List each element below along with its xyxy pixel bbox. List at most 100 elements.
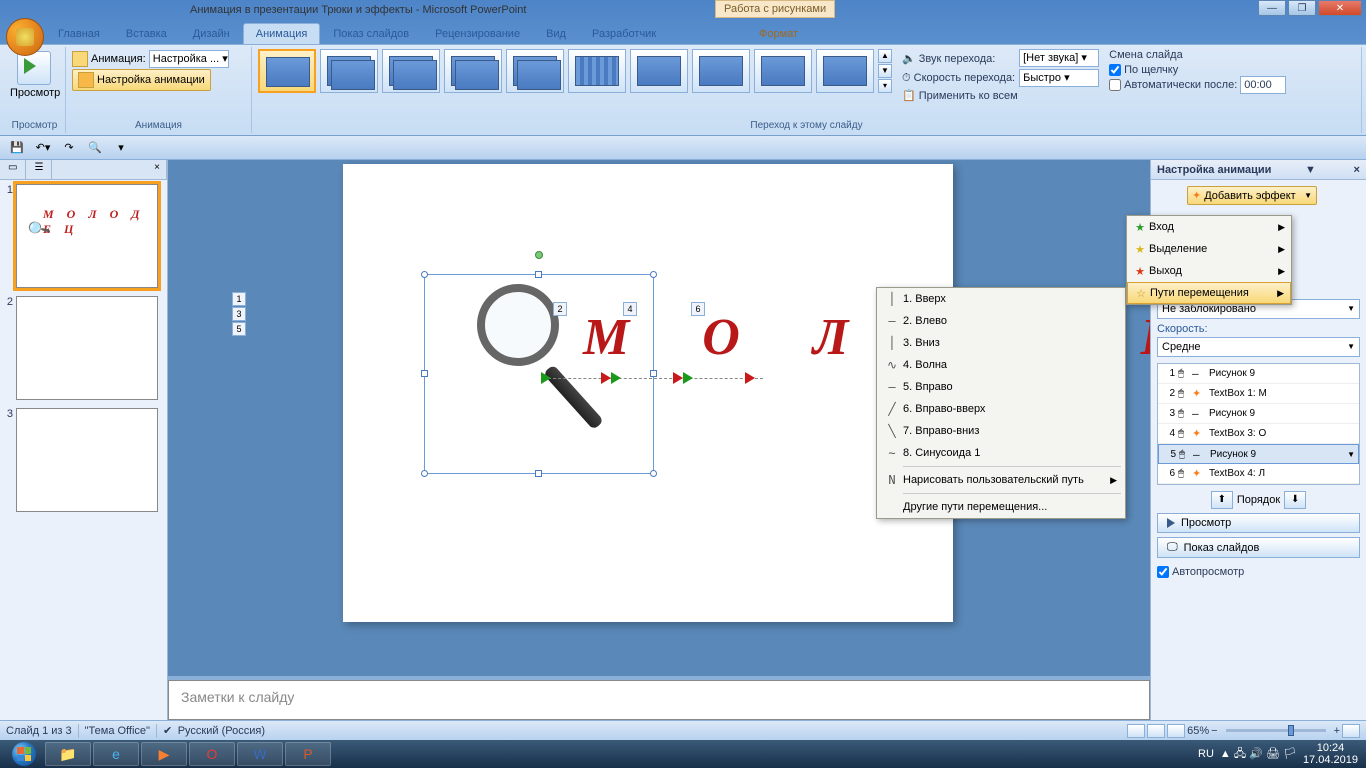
motion-path-item[interactable]: │3. Вниз [877,332,1125,354]
effect-list-item[interactable]: 2🖱✦TextBox 1: М [1158,384,1359,404]
play-button[interactable]: Просмотр [1157,513,1360,533]
slide-thumb-2[interactable] [16,296,158,400]
transition-item-3[interactable] [444,49,502,93]
save-button[interactable]: 💾 [6,138,28,158]
opera-taskbar-icon[interactable]: O [189,742,235,766]
word-taskbar-icon[interactable]: W [237,742,283,766]
lang-indicator[interactable]: RU [1198,748,1214,760]
taskpane-close[interactable]: × [1354,164,1360,176]
gallery-scroll[interactable]: ▲▼▾ [878,49,892,93]
move-down-button[interactable]: ⬇ [1284,491,1306,509]
explorer-taskbar-icon[interactable]: 📁 [45,742,91,766]
transition-item-6[interactable] [630,49,688,93]
apply-all-button[interactable]: 📋 Применить ко всем [902,89,1099,102]
resize-handle[interactable] [650,470,657,477]
tray-icons[interactable]: ▲ 🖧 🔊 🖨 🏳 [1220,745,1297,764]
move-up-button[interactable]: ⬆ [1211,491,1233,509]
transition-item-4[interactable] [506,49,564,93]
language[interactable]: Русский (Россия) [178,725,265,737]
taskpane-dropdown[interactable]: ▼ [1305,164,1316,176]
ie-taskbar-icon[interactable]: e [93,742,139,766]
motion-path-item[interactable]: ╱6. Вправо-вверх [877,398,1125,420]
effect-category-item[interactable]: ★Выход▶ [1127,260,1291,282]
effect-list-item[interactable]: 1🖱—Рисунок 9 [1158,364,1359,384]
tab-developer[interactable]: Разработчик [579,23,669,44]
tab-view[interactable]: Вид [533,23,579,44]
thumb-close[interactable]: × [148,160,167,179]
office-button[interactable] [6,18,44,56]
tab-review[interactable]: Рецензирование [422,23,533,44]
tab-slideshow[interactable]: Показ слайдов [320,23,422,44]
resize-handle[interactable] [421,370,428,377]
auto-after-check[interactable] [1109,79,1121,91]
autopreview-check[interactable] [1157,566,1169,578]
tab-animation[interactable]: Анимация [243,23,321,44]
custom-path-item[interactable]: NНарисовать пользовательский путь▶ [877,469,1125,491]
zoom-in[interactable]: + [1334,725,1340,737]
effect-list-item[interactable]: 5🖱—Рисунок 9▼ [1158,444,1359,464]
effect-category-item[interactable]: ★Вход▶ [1127,216,1291,238]
transition-item-9[interactable] [816,49,874,93]
sound-select[interactable]: [Нет звука] ▾ [1019,49,1099,67]
motion-path-item[interactable]: │1. Вверх [877,288,1125,310]
transition-item-7[interactable] [692,49,750,93]
custom-animation-button[interactable]: Настройка анимации [72,69,211,91]
tab-home[interactable]: Главная [45,23,113,44]
transition-item-1[interactable] [320,49,378,93]
motion-path-item[interactable]: —2. Влево [877,310,1125,332]
slideshow-button[interactable]: 🖵Показ слайдов [1157,537,1360,558]
motion-path[interactable] [543,378,763,379]
effect-category-item[interactable]: ☆Пути перемещения▶ [1127,282,1291,304]
zoom-value[interactable]: 65% [1187,725,1209,737]
resize-handle[interactable] [421,271,428,278]
resize-handle[interactable] [650,271,657,278]
normal-view-button[interactable] [1127,724,1145,738]
zoom-slider[interactable] [1226,729,1326,732]
print-preview-button[interactable]: 🔍 [84,138,106,158]
tab-insert[interactable]: Вставка [113,23,180,44]
motion-path-item[interactable]: ∼8. Синусоида 1 [877,442,1125,464]
slide-thumb-1[interactable]: М О Л О Д Е Ц 🔍 [16,184,158,288]
effect-list-item[interactable]: 4🖱✦TextBox 3: О [1158,424,1359,444]
motion-path-item[interactable]: ∿4. Волна [877,354,1125,376]
transition-none[interactable] [258,49,316,93]
on-click-check[interactable] [1109,64,1121,76]
slide-thumb-3[interactable] [16,408,158,512]
media-taskbar-icon[interactable]: ▶ [141,742,187,766]
preview-button[interactable]: Просмотр [10,49,58,99]
resize-handle[interactable] [421,470,428,477]
tab-format[interactable]: Формат [746,23,811,44]
speed-select[interactable]: Быстро ▾ [1019,69,1099,87]
transition-item-8[interactable] [754,49,812,93]
notes-input[interactable]: Заметки к слайду [168,680,1150,720]
speed-select[interactable]: Средне▼ [1157,337,1360,357]
thumb-tab-slides[interactable]: ▭ [0,160,26,179]
zoom-out[interactable]: − [1211,725,1217,737]
fit-button[interactable] [1342,724,1360,738]
maximize-button[interactable]: ❐ [1288,0,1316,16]
tab-design[interactable]: Дизайн [180,23,243,44]
clock[interactable]: 10:2417.04.2019 [1303,742,1358,766]
close-button[interactable]: ✕ [1318,0,1362,16]
add-effect-button[interactable]: ✦ Добавить эффект ▼ [1187,186,1317,205]
powerpoint-taskbar-icon[interactable]: P [285,742,331,766]
effect-list-item[interactable]: 6🖱✦TextBox 4: Л [1158,464,1359,484]
auto-time-input[interactable]: 00:00 [1240,76,1286,94]
start-button[interactable] [4,740,44,768]
motion-path-item[interactable]: ╲7. Вправо-вниз [877,420,1125,442]
resize-handle[interactable] [535,271,542,278]
spell-check-icon[interactable]: ✔ [163,724,172,737]
transition-item-5[interactable] [568,49,626,93]
motion-path-item[interactable]: —5. Вправо [877,376,1125,398]
redo-button[interactable]: ↷ [58,138,80,158]
minimize-button[interactable]: — [1258,0,1286,16]
effect-list-item[interactable]: 3🖱—Рисунок 9 [1158,404,1359,424]
animation-select[interactable]: Настройка ... ▾ [149,50,229,68]
transition-item-2[interactable] [382,49,440,93]
undo-button[interactable]: ↶▾ [32,138,54,158]
effect-category-item[interactable]: ★Выделение▶ [1127,238,1291,260]
sorter-view-button[interactable] [1147,724,1165,738]
qat-customize[interactable]: ▾ [110,138,132,158]
slideshow-view-button[interactable] [1167,724,1185,738]
slide-canvas[interactable]: М О Л О Д Е Ц 2 4 6 [343,164,953,622]
